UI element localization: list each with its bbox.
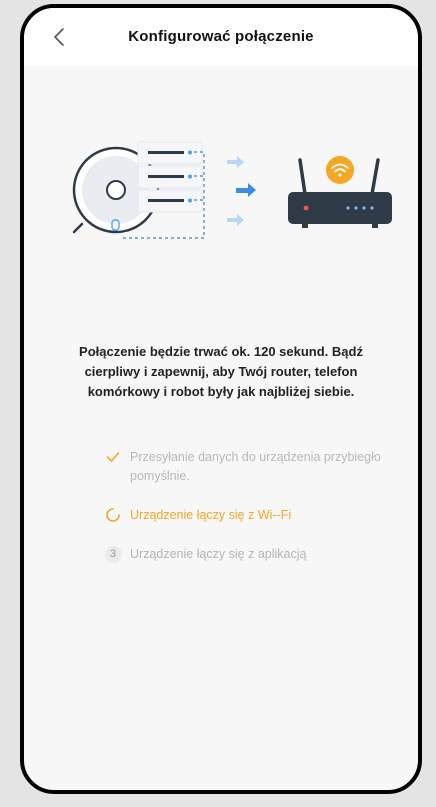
spinner-icon [104, 506, 122, 524]
step-wifi-connect: Urządzenie łączy się z Wi--Fi [104, 506, 398, 525]
arrow-right-faded-icon [227, 156, 244, 168]
page-title: Konfigurować połączenie [128, 28, 314, 45]
step-data-transfer: Przesyłanie danych do urządzenia przybie… [104, 448, 398, 486]
step-label: Przesyłanie danych do urządzenia przybie… [130, 450, 381, 483]
wifi-icon [326, 156, 354, 184]
connection-steps: Przesyłanie danych do urządzenia przybie… [104, 448, 398, 584]
connection-description: Połączenie będzie trwać ok. 120 sekund. … [79, 344, 363, 399]
arrow-right-icon [236, 183, 256, 197]
step-label: Urządzenie łączy się z aplikacją [130, 547, 307, 561]
arrow-right-faded-icon-2 [227, 214, 244, 226]
step-app-connect: 3 Urządzenie łączy się z aplikacją [104, 545, 398, 564]
step-number-badge: 3 [104, 545, 122, 563]
phone-frame: Konfigurować połączenie Połączenie będzi… [20, 4, 422, 794]
header: Konfigurować połączenie [24, 8, 418, 66]
step-label: Urządzenie łączy się z Wi--Fi [130, 508, 292, 522]
check-icon [104, 448, 122, 466]
connection-illustration [24, 128, 418, 258]
